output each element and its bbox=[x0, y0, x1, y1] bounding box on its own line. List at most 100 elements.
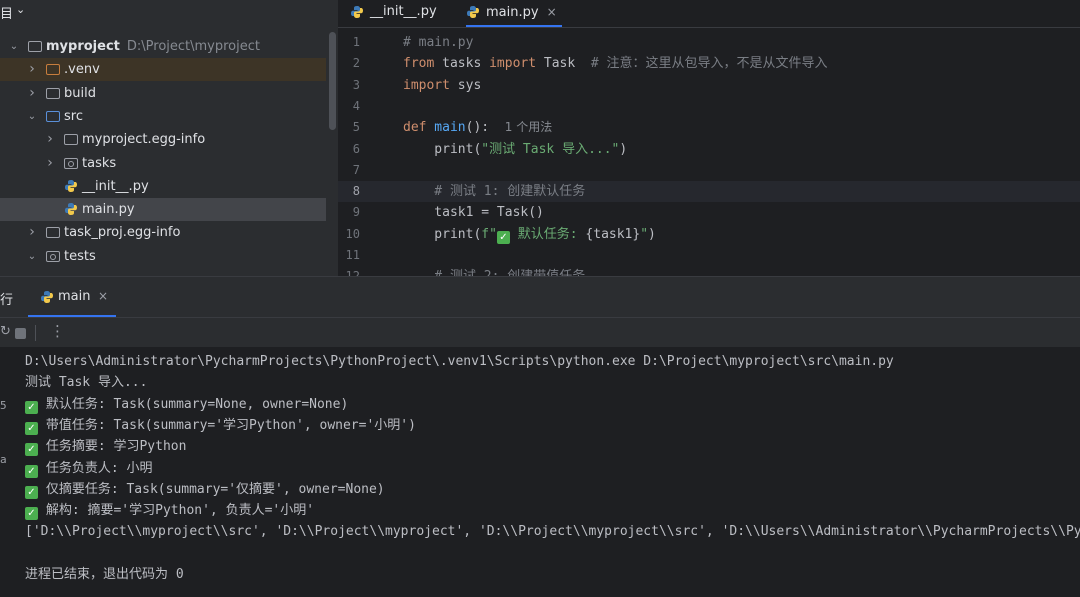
check-icon: ✓ bbox=[25, 507, 38, 521]
code-text: def main(): 1 个用法 bbox=[403, 117, 552, 138]
tree-item[interactable]: ⌄ tests bbox=[0, 245, 326, 268]
tree-item[interactable]: › build bbox=[0, 82, 326, 105]
code-token: # 测试 1: 创建默认任务 bbox=[403, 184, 586, 200]
tree-item[interactable]: ⌄ myproject D:\Project\myproject bbox=[0, 35, 326, 58]
tree-item[interactable]: __init__.py bbox=[0, 175, 326, 198]
stop-icon[interactable] bbox=[15, 328, 26, 339]
console-line: ✓ 默认任务: Task(summary=None, owner=None) bbox=[25, 394, 348, 415]
code-token: " bbox=[640, 226, 649, 242]
line-number: 1 bbox=[352, 35, 360, 49]
editor-tab-bar: __init__.py main.py × bbox=[338, 0, 1080, 28]
code-token: print( bbox=[403, 226, 482, 242]
project-panel: 目 ⌄ ⌄ myproject D:\Project\myproject › .venv… bbox=[0, 0, 338, 276]
code-text: # main.py bbox=[403, 32, 473, 53]
tree-item-label: tasks bbox=[82, 152, 116, 175]
code-token: import bbox=[489, 56, 537, 72]
run-tab-label: main bbox=[58, 289, 91, 304]
tree-item-path: D:\Project\myproject bbox=[126, 39, 260, 54]
line-number: 6 bbox=[352, 141, 360, 156]
code-token: # main.py bbox=[403, 35, 474, 50]
editor-tab[interactable]: __init__.py bbox=[350, 0, 452, 27]
code-text: import sys bbox=[403, 75, 481, 96]
tree-item[interactable]: main.py bbox=[0, 198, 326, 222]
folder-icon bbox=[64, 134, 78, 146]
tree-item[interactable]: › .venv bbox=[0, 58, 326, 82]
run-tab-main[interactable]: main × bbox=[28, 277, 116, 317]
run-toolbar: ↻ ⋮ bbox=[0, 319, 1080, 347]
code-token: "测试 Task 导入..." bbox=[481, 141, 620, 157]
code-token: ) bbox=[648, 226, 656, 242]
more-options-icon[interactable]: ⋮ bbox=[50, 322, 65, 340]
tree-item[interactable]: › task_proj.egg-info bbox=[0, 221, 326, 244]
chevron-right-icon[interactable]: › bbox=[26, 58, 38, 81]
code-text: print("测试 Task 导入...") bbox=[403, 139, 627, 160]
editor-tab-label: __init__.py bbox=[370, 4, 437, 19]
chevron-down-icon[interactable]: ⌄ bbox=[26, 245, 38, 268]
chevron-down-icon[interactable]: ⌄ bbox=[26, 105, 38, 128]
console-line: ✓ 任务负责人: 小明 bbox=[25, 458, 152, 479]
code-token: (): bbox=[465, 120, 490, 136]
code-token: # 测试 2: 创建带值任务 bbox=[403, 269, 585, 276]
console-line: ['D:\\Project\\myproject\\src', 'D:\\Pro… bbox=[25, 521, 1080, 542]
tree-item[interactable]: › tasks bbox=[0, 152, 326, 175]
console-text: 带值任务: Task(summary='学习Python', owner='小明… bbox=[38, 417, 416, 433]
code-token: main bbox=[426, 120, 466, 136]
code-token: ) bbox=[619, 141, 628, 157]
folder-icon bbox=[28, 41, 42, 52]
code-line: 3 import sys bbox=[338, 75, 1080, 96]
code-line: 11 bbox=[338, 245, 1080, 266]
folder-icon bbox=[46, 87, 60, 99]
run-header: 行 main × bbox=[0, 277, 1080, 318]
line-number: 11 bbox=[345, 248, 360, 262]
line-number: 2 bbox=[352, 56, 360, 71]
check-icon: ✓ bbox=[25, 485, 38, 499]
console-line: ✓ 任务摘要: 学习Python bbox=[25, 436, 186, 457]
tree-item-name: tasks bbox=[82, 155, 117, 171]
close-icon[interactable]: × bbox=[98, 289, 108, 303]
chevron-right-icon[interactable]: › bbox=[26, 221, 38, 244]
code-token: tasks bbox=[434, 56, 490, 72]
console-text: 任务负责人: 小明 bbox=[38, 460, 153, 476]
code-line: 2 from tasks import Task # 注意：这里从包导入，不是从文… bbox=[338, 53, 1080, 74]
console-line: 进程已结束，退出代码为 0 bbox=[25, 564, 184, 585]
project-panel-title[interactable]: 目 bbox=[0, 3, 13, 22]
editor-tab[interactable]: main.py × bbox=[466, 0, 562, 27]
console-line: D:\Users\Administrator\PycharmProjects\P… bbox=[25, 351, 894, 372]
package-icon bbox=[64, 157, 78, 169]
chevron-down-icon[interactable]: ⌄ bbox=[8, 35, 20, 58]
tree-item-name: tests bbox=[64, 248, 96, 264]
tree-item-name: __init__.py bbox=[82, 178, 149, 194]
code-text: # 测试 1: 创建默认任务 bbox=[403, 181, 585, 202]
folder-icon bbox=[46, 227, 60, 239]
line-number: 8 bbox=[352, 184, 360, 199]
line-number: 4 bbox=[352, 98, 360, 113]
console-text: ['D:\\Project\\myproject\\src', 'D:\\Pro… bbox=[25, 524, 1080, 540]
project-scrollbar[interactable] bbox=[329, 32, 336, 130]
code-line: 9 task1 = Task() bbox=[338, 202, 1080, 223]
code-token: 1 个用法 bbox=[504, 120, 553, 135]
python-file-icon bbox=[467, 6, 479, 18]
package-icon bbox=[46, 250, 60, 262]
line-number: 10 bbox=[345, 226, 360, 241]
tree-item[interactable]: ⌄ src bbox=[0, 105, 326, 128]
run-panel-title: 行 bbox=[0, 293, 14, 308]
close-icon[interactable]: × bbox=[547, 5, 557, 19]
code-token: print( bbox=[403, 141, 482, 157]
chevron-down-icon[interactable]: ⌄ bbox=[16, 3, 25, 16]
tree-item[interactable]: › myproject.egg-info bbox=[0, 128, 326, 151]
check-icon: ✓ bbox=[25, 464, 38, 478]
tree-item-name: build bbox=[64, 85, 96, 101]
console-output[interactable]: D:\Users\Administrator\PycharmProjects\P… bbox=[0, 347, 1080, 597]
line-number: 7 bbox=[352, 162, 360, 177]
chevron-right-icon[interactable]: › bbox=[26, 82, 38, 105]
chevron-right-icon[interactable]: › bbox=[44, 152, 56, 175]
rerun-icon[interactable]: ↻ bbox=[0, 324, 11, 339]
console-line: ✓ 带值任务: Task(summary='学习Python', owner='… bbox=[25, 415, 416, 436]
tree-item-label: task_proj.egg-info bbox=[64, 221, 180, 244]
tree-item-label: build bbox=[64, 82, 96, 105]
check-icon: ✓ bbox=[25, 400, 38, 414]
editor-tab-label: main.py bbox=[486, 5, 539, 20]
folder-icon bbox=[46, 64, 60, 76]
code-token: 默认任务: bbox=[509, 226, 586, 242]
chevron-right-icon[interactable]: › bbox=[44, 128, 56, 151]
